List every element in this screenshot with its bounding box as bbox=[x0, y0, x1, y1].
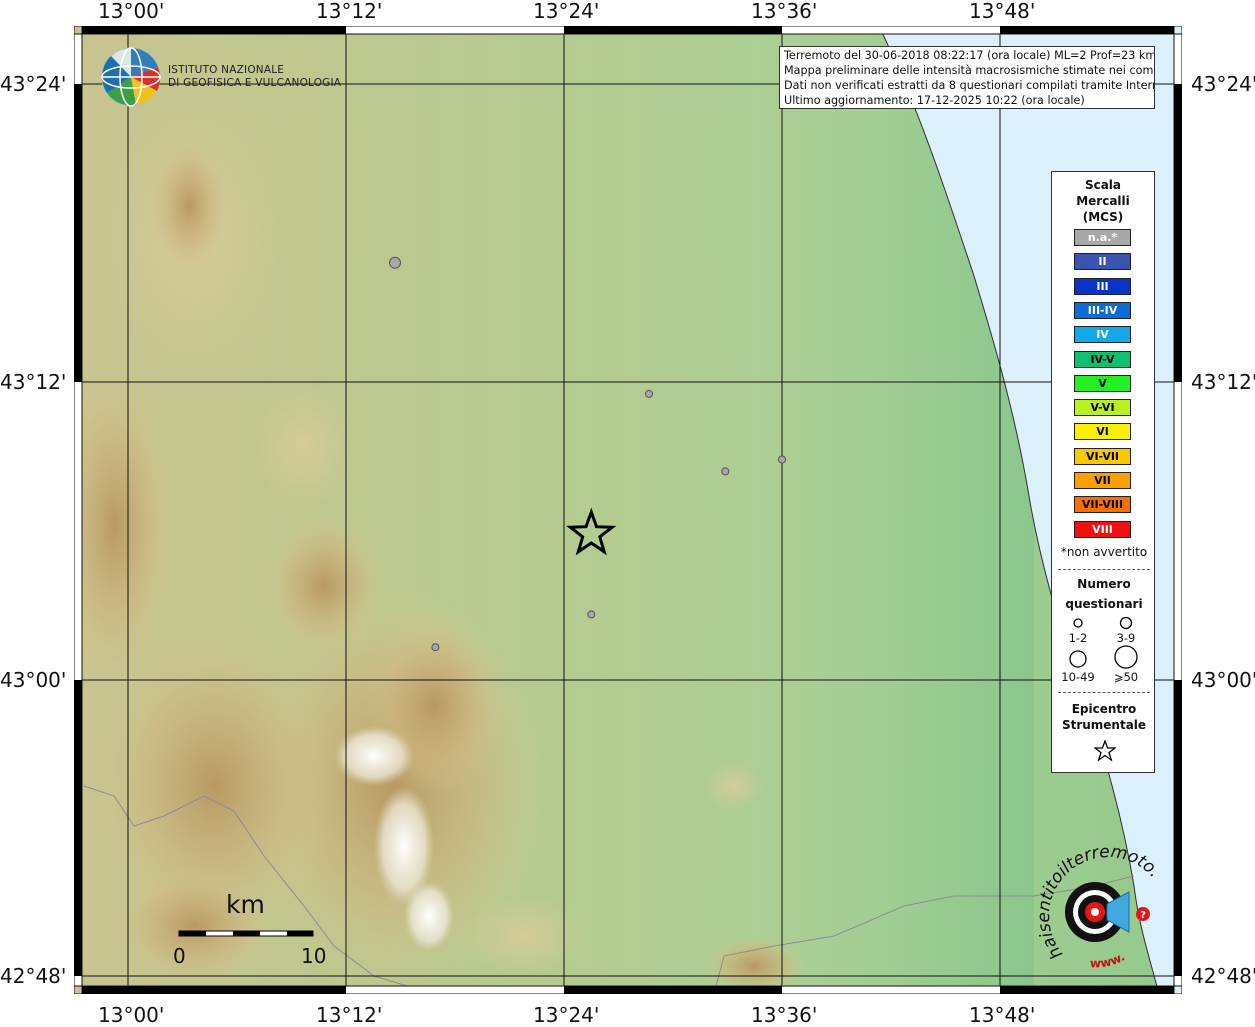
legend-swatch: VI-VII bbox=[1074, 447, 1131, 465]
count-symbol-50 bbox=[1114, 645, 1138, 669]
right-tick-label: 43°24' bbox=[1191, 72, 1255, 96]
top-tick-label: 13°00' bbox=[98, 0, 165, 23]
mcs-legend: Scala Mercalli (MCS) n.a.* II III III-IV IV I… bbox=[1051, 171, 1155, 773]
bottom-tick-label: 13°24' bbox=[533, 1003, 600, 1027]
count-label: 10-49 bbox=[1061, 670, 1095, 684]
ingv-logo-icon bbox=[101, 47, 161, 107]
bottom-tick-label: 13°48' bbox=[969, 1003, 1036, 1027]
legend-swatch: VII bbox=[1074, 472, 1131, 489]
not-felt-note: *non avvertito bbox=[1060, 545, 1148, 559]
legend-swatch: V bbox=[1074, 374, 1131, 392]
bottom-tick-label: 13°00' bbox=[98, 1003, 165, 1027]
legend-separator bbox=[1058, 692, 1150, 693]
legend-swatch: II bbox=[1074, 253, 1131, 271]
epicenter-title-line: Epicentro bbox=[1071, 702, 1137, 716]
top-tick-label: 13°24' bbox=[533, 0, 600, 23]
observation-point[interactable] bbox=[587, 610, 596, 619]
count-label: 3-9 bbox=[1116, 631, 1136, 645]
legend-swatch: VII-VIII bbox=[1074, 496, 1131, 514]
legend-swatch: III-IV bbox=[1074, 301, 1131, 319]
count-title-line: questionari bbox=[1065, 597, 1143, 611]
scale-bar bbox=[178, 930, 314, 937]
ingv-line2: DI GEOFISICA E VULCANOLOGIA bbox=[168, 77, 342, 89]
count-title-line: Numero bbox=[1077, 577, 1131, 591]
legend-swatch: V-VI bbox=[1074, 399, 1131, 417]
left-tick-label: 43°00' bbox=[0, 668, 67, 692]
scale-min-label: 0 bbox=[173, 944, 186, 968]
count-symbol-3-9 bbox=[1119, 616, 1133, 630]
count-label: ⩾50 bbox=[1113, 670, 1139, 684]
left-tick-label: 42°48' bbox=[0, 964, 67, 988]
legend-swatch: IV bbox=[1074, 326, 1131, 344]
legend-title-line: (MCS) bbox=[1082, 210, 1124, 224]
event-info-line: Mappa preliminare delle intensità macros… bbox=[784, 64, 1155, 77]
top-tick-label: 13°36' bbox=[751, 0, 818, 23]
legend-swatch: III bbox=[1074, 277, 1131, 295]
bottom-tick-label: 13°36' bbox=[751, 1003, 818, 1027]
legend-title-line: Scala bbox=[1084, 178, 1122, 192]
scale-max-label: 10 bbox=[301, 944, 327, 968]
legend-swatch: VIII bbox=[1074, 520, 1131, 538]
observation-point[interactable] bbox=[778, 455, 786, 464]
epicenter-title: Epicentro Strumentale bbox=[1052, 701, 1156, 733]
count-label: 1-2 bbox=[1068, 631, 1088, 645]
svg-text:?: ? bbox=[1140, 910, 1146, 921]
top-tick-label: 13°12' bbox=[316, 0, 383, 23]
legend-swatch: IV-V bbox=[1074, 350, 1131, 368]
observation-point[interactable] bbox=[431, 643, 440, 652]
event-info-line: Dati non verificati estratti da 8 questi… bbox=[784, 79, 1155, 92]
right-tick-label: 42°48' bbox=[1191, 964, 1255, 988]
intensity-map[interactable]: ? haisentitoilterremoto.it www. bbox=[74, 26, 1182, 994]
legend-title: Scala Mercalli (MCS) bbox=[1052, 177, 1154, 225]
legend-separator bbox=[1058, 569, 1150, 570]
legend-title-line: Mercalli bbox=[1076, 194, 1130, 208]
legend-swatch: VI bbox=[1074, 423, 1131, 441]
legend-star-icon bbox=[1094, 740, 1116, 762]
scale-unit-label: km bbox=[226, 890, 265, 919]
observation-point[interactable] bbox=[645, 389, 653, 398]
legend-swatch: n.a.* bbox=[1074, 229, 1131, 246]
ingv-logo-text: ISTITUTO NAZIONALE DI GEOFISICA E VULCAN… bbox=[168, 64, 341, 90]
count-symbol-1-2 bbox=[1073, 618, 1083, 628]
bottom-tick-label: 13°12' bbox=[316, 1003, 383, 1027]
count-symbol-10-49 bbox=[1069, 650, 1087, 668]
right-tick-label: 43°00' bbox=[1191, 668, 1255, 692]
left-tick-label: 43°24' bbox=[0, 72, 67, 96]
right-tick-label: 43°12' bbox=[1191, 370, 1255, 394]
count-title: Numero questionari bbox=[1052, 574, 1156, 614]
event-info-line: Ultimo aggiornamento: 17-12-2025 10:22 (… bbox=[784, 94, 1085, 107]
observation-point[interactable] bbox=[721, 467, 730, 476]
event-info-line: Terremoto del 30-06-2018 08:22:17 (ora l… bbox=[784, 49, 1155, 62]
top-tick-label: 13°48' bbox=[969, 0, 1036, 23]
observation-point[interactable] bbox=[389, 256, 401, 269]
ingv-line1: ISTITUTO NAZIONALE bbox=[168, 64, 285, 76]
event-info-box: Terremoto del 30-06-2018 08:22:17 (ora l… bbox=[779, 46, 1155, 109]
left-tick-label: 43°12' bbox=[0, 370, 67, 394]
epicenter-title-line: Strumentale bbox=[1061, 718, 1147, 732]
